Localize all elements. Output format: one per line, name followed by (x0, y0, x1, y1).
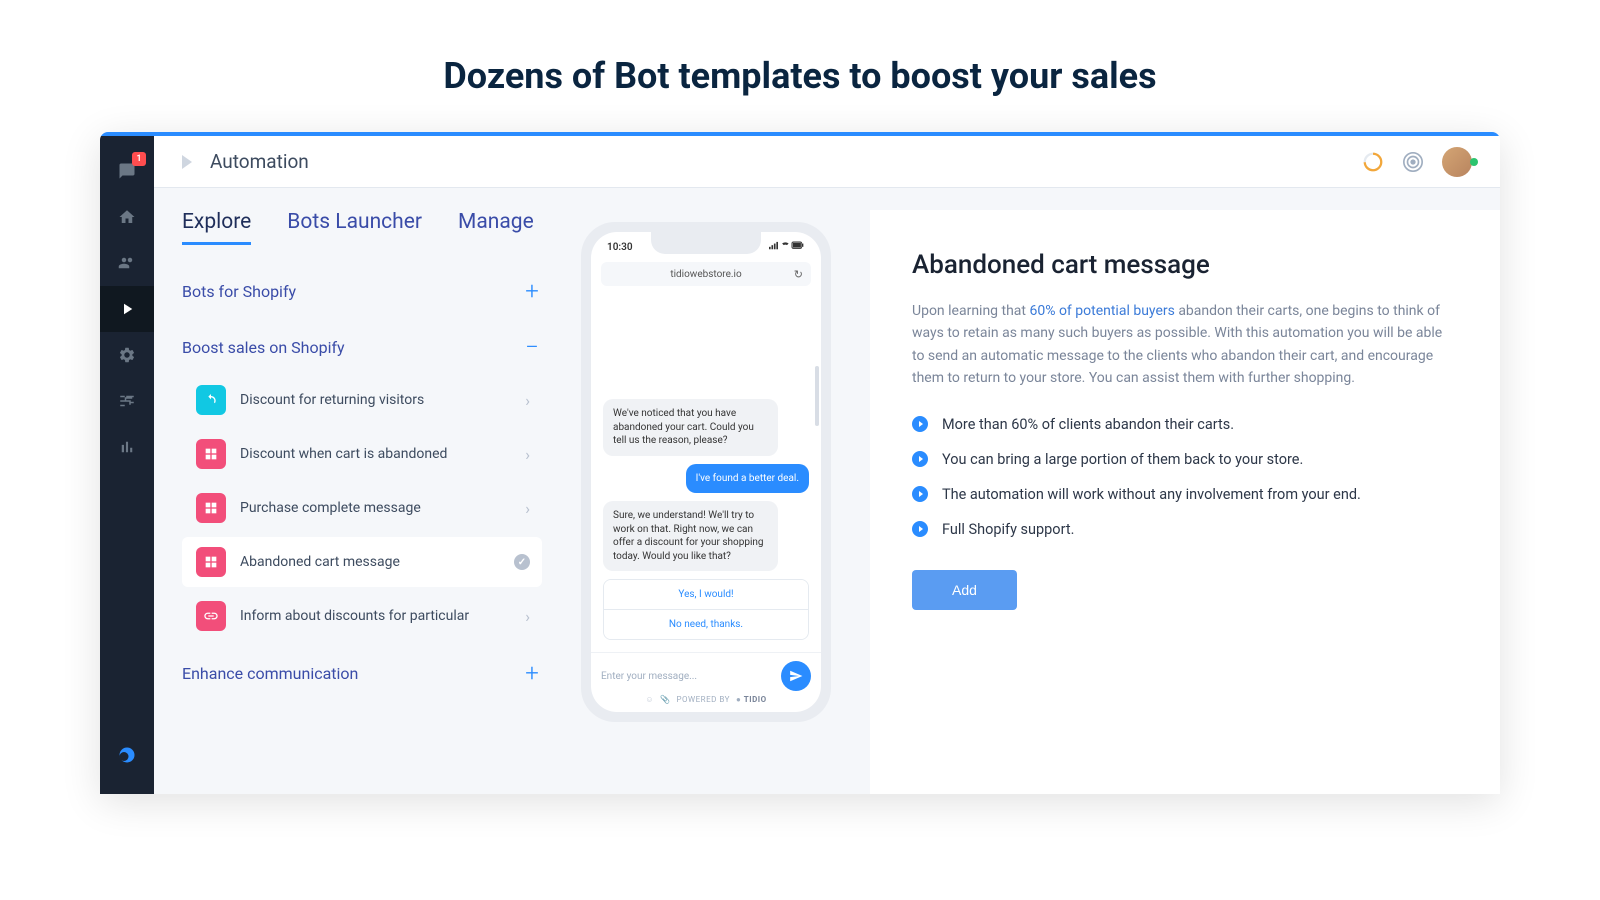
header-title: Automation (210, 150, 309, 173)
refresh-icon: ↻ (794, 268, 803, 281)
phone-time: 10:30 (607, 242, 633, 253)
highlight-text: 60% of potential buyers (1029, 303, 1174, 319)
bullet-icon (912, 486, 928, 502)
bot-label: Discount when cart is abandoned (240, 446, 515, 462)
gear-icon (118, 346, 136, 364)
category-enhance-communication[interactable]: Enhance communication + (182, 645, 542, 701)
tab-bots-launcher[interactable]: Bots Launcher (287, 210, 422, 245)
bullet-item: You can bring a large portion of them ba… (912, 449, 1458, 470)
bullet-icon (912, 416, 928, 432)
category-label: Enhance communication (182, 664, 358, 683)
sidebar: 1 (100, 136, 154, 794)
quick-reply-yes[interactable]: Yes, I would! (604, 580, 808, 609)
page-main-title: Dozens of Bot templates to boost your sa… (0, 0, 1600, 132)
broadcast-icon[interactable] (1402, 151, 1424, 173)
category-label: Bots for Shopify (182, 282, 296, 301)
gift-icon (196, 439, 226, 469)
expand-icon: + (522, 659, 542, 687)
category-boost-sales[interactable]: Boost sales on Shopify − (182, 319, 542, 375)
send-button[interactable] (781, 661, 811, 691)
gift-icon (196, 547, 226, 577)
send-icon (789, 669, 803, 683)
collapse-icon: − (522, 333, 542, 361)
bullet-icon (912, 521, 928, 537)
tabs: Explore Bots Launcher Manage (182, 210, 542, 245)
powered-by-text: POWERED BY (676, 695, 729, 704)
chat-input[interactable]: Enter your message... (601, 671, 773, 682)
chevron-right-icon: › (525, 391, 530, 410)
phone-address-bar: tidiowebstore.io ↻ (601, 262, 811, 286)
refresh-icon (196, 385, 226, 415)
sidebar-item-automation[interactable] (100, 286, 154, 332)
tab-explore[interactable]: Explore (182, 210, 251, 245)
quick-reply-group: Yes, I would! No need, thanks. (603, 579, 809, 640)
expand-icon: + (522, 277, 542, 305)
bot-item-purchase-complete[interactable]: Purchase complete message › (182, 483, 542, 533)
detail-title: Abandoned cart message (912, 250, 1458, 280)
emoji-icon[interactable]: ☺ (645, 695, 654, 704)
chat-message-bot: We've noticed that you have abandoned yo… (603, 399, 778, 456)
status-dot-online (1470, 158, 1478, 166)
brand-logo-icon (118, 746, 136, 764)
phone-preview: 10:30 tidiowebstore.io ↻ (581, 222, 831, 722)
bot-label: Abandoned cart message (240, 554, 506, 570)
chat-badge: 1 (132, 152, 146, 166)
detail-description: Upon learning that 60% of potential buye… (912, 300, 1458, 390)
attachment-icon[interactable]: 📎 (660, 695, 670, 704)
check-badge-icon (514, 554, 530, 570)
user-avatar[interactable] (1442, 147, 1472, 177)
bot-label: Purchase complete message (240, 500, 515, 516)
bot-item-abandoned-message[interactable]: Abandoned cart message (182, 537, 542, 587)
tab-manage[interactable]: Manage (458, 210, 534, 245)
quick-reply-no[interactable]: No need, thanks. (604, 609, 808, 639)
bullet-item: More than 60% of clients abandon their c… (912, 414, 1458, 435)
sidebar-item-settings[interactable] (100, 332, 154, 378)
bullet-item: Full Shopify support. (912, 519, 1458, 540)
chevron-right-icon: › (525, 499, 530, 518)
header: Automation (154, 136, 1500, 188)
users-icon (118, 254, 136, 272)
sidebar-item-chat[interactable]: 1 (100, 148, 154, 194)
sidebar-item-sliders[interactable] (100, 378, 154, 424)
scrollbar[interactable] (815, 366, 819, 426)
chevron-right-icon: › (525, 607, 530, 626)
play-icon (118, 300, 136, 318)
left-column: Explore Bots Launcher Manage Bots for Sh… (182, 210, 542, 794)
app-frame: 1 (100, 132, 1500, 794)
chat-message-bot: Sure, we understand! We'll try to work o… (603, 501, 778, 571)
chat-message-user: I've found a better deal. (686, 464, 809, 494)
detail-panel: Abandoned cart message Upon learning tha… (870, 210, 1500, 794)
bot-item-inform-discounts[interactable]: Inform about discounts for particular › (182, 591, 542, 641)
phone-notch (651, 232, 761, 254)
bot-label: Inform about discounts for particular (240, 608, 515, 624)
chart-icon (118, 438, 136, 456)
chevron-right-icon: › (525, 445, 530, 464)
category-label: Boost sales on Shopify (182, 338, 345, 357)
bot-item-returning-discount[interactable]: Discount for returning visitors › (182, 375, 542, 425)
bullet-icon (912, 451, 928, 467)
gift-icon (196, 493, 226, 523)
sidebar-item-users[interactable] (100, 240, 154, 286)
sidebar-item-home[interactable] (100, 194, 154, 240)
brand-badge: ● TIDIO (736, 695, 767, 704)
bot-label: Discount for returning visitors (240, 392, 515, 408)
phone-status-icons (769, 241, 805, 254)
sidebar-item-analytics[interactable] (100, 424, 154, 470)
sliders-icon (118, 392, 136, 410)
category-bots-shopify[interactable]: Bots for Shopify + (182, 263, 542, 319)
bullet-item: The automation will work without any inv… (912, 484, 1458, 505)
header-play-icon (182, 155, 192, 169)
sidebar-logo[interactable] (100, 732, 154, 778)
add-button[interactable]: Add (912, 570, 1017, 610)
home-icon (118, 208, 136, 226)
bot-item-abandoned-discount[interactable]: Discount when cart is abandoned › (182, 429, 542, 479)
link-icon (196, 601, 226, 631)
progress-ring-icon[interactable] (1362, 151, 1384, 173)
